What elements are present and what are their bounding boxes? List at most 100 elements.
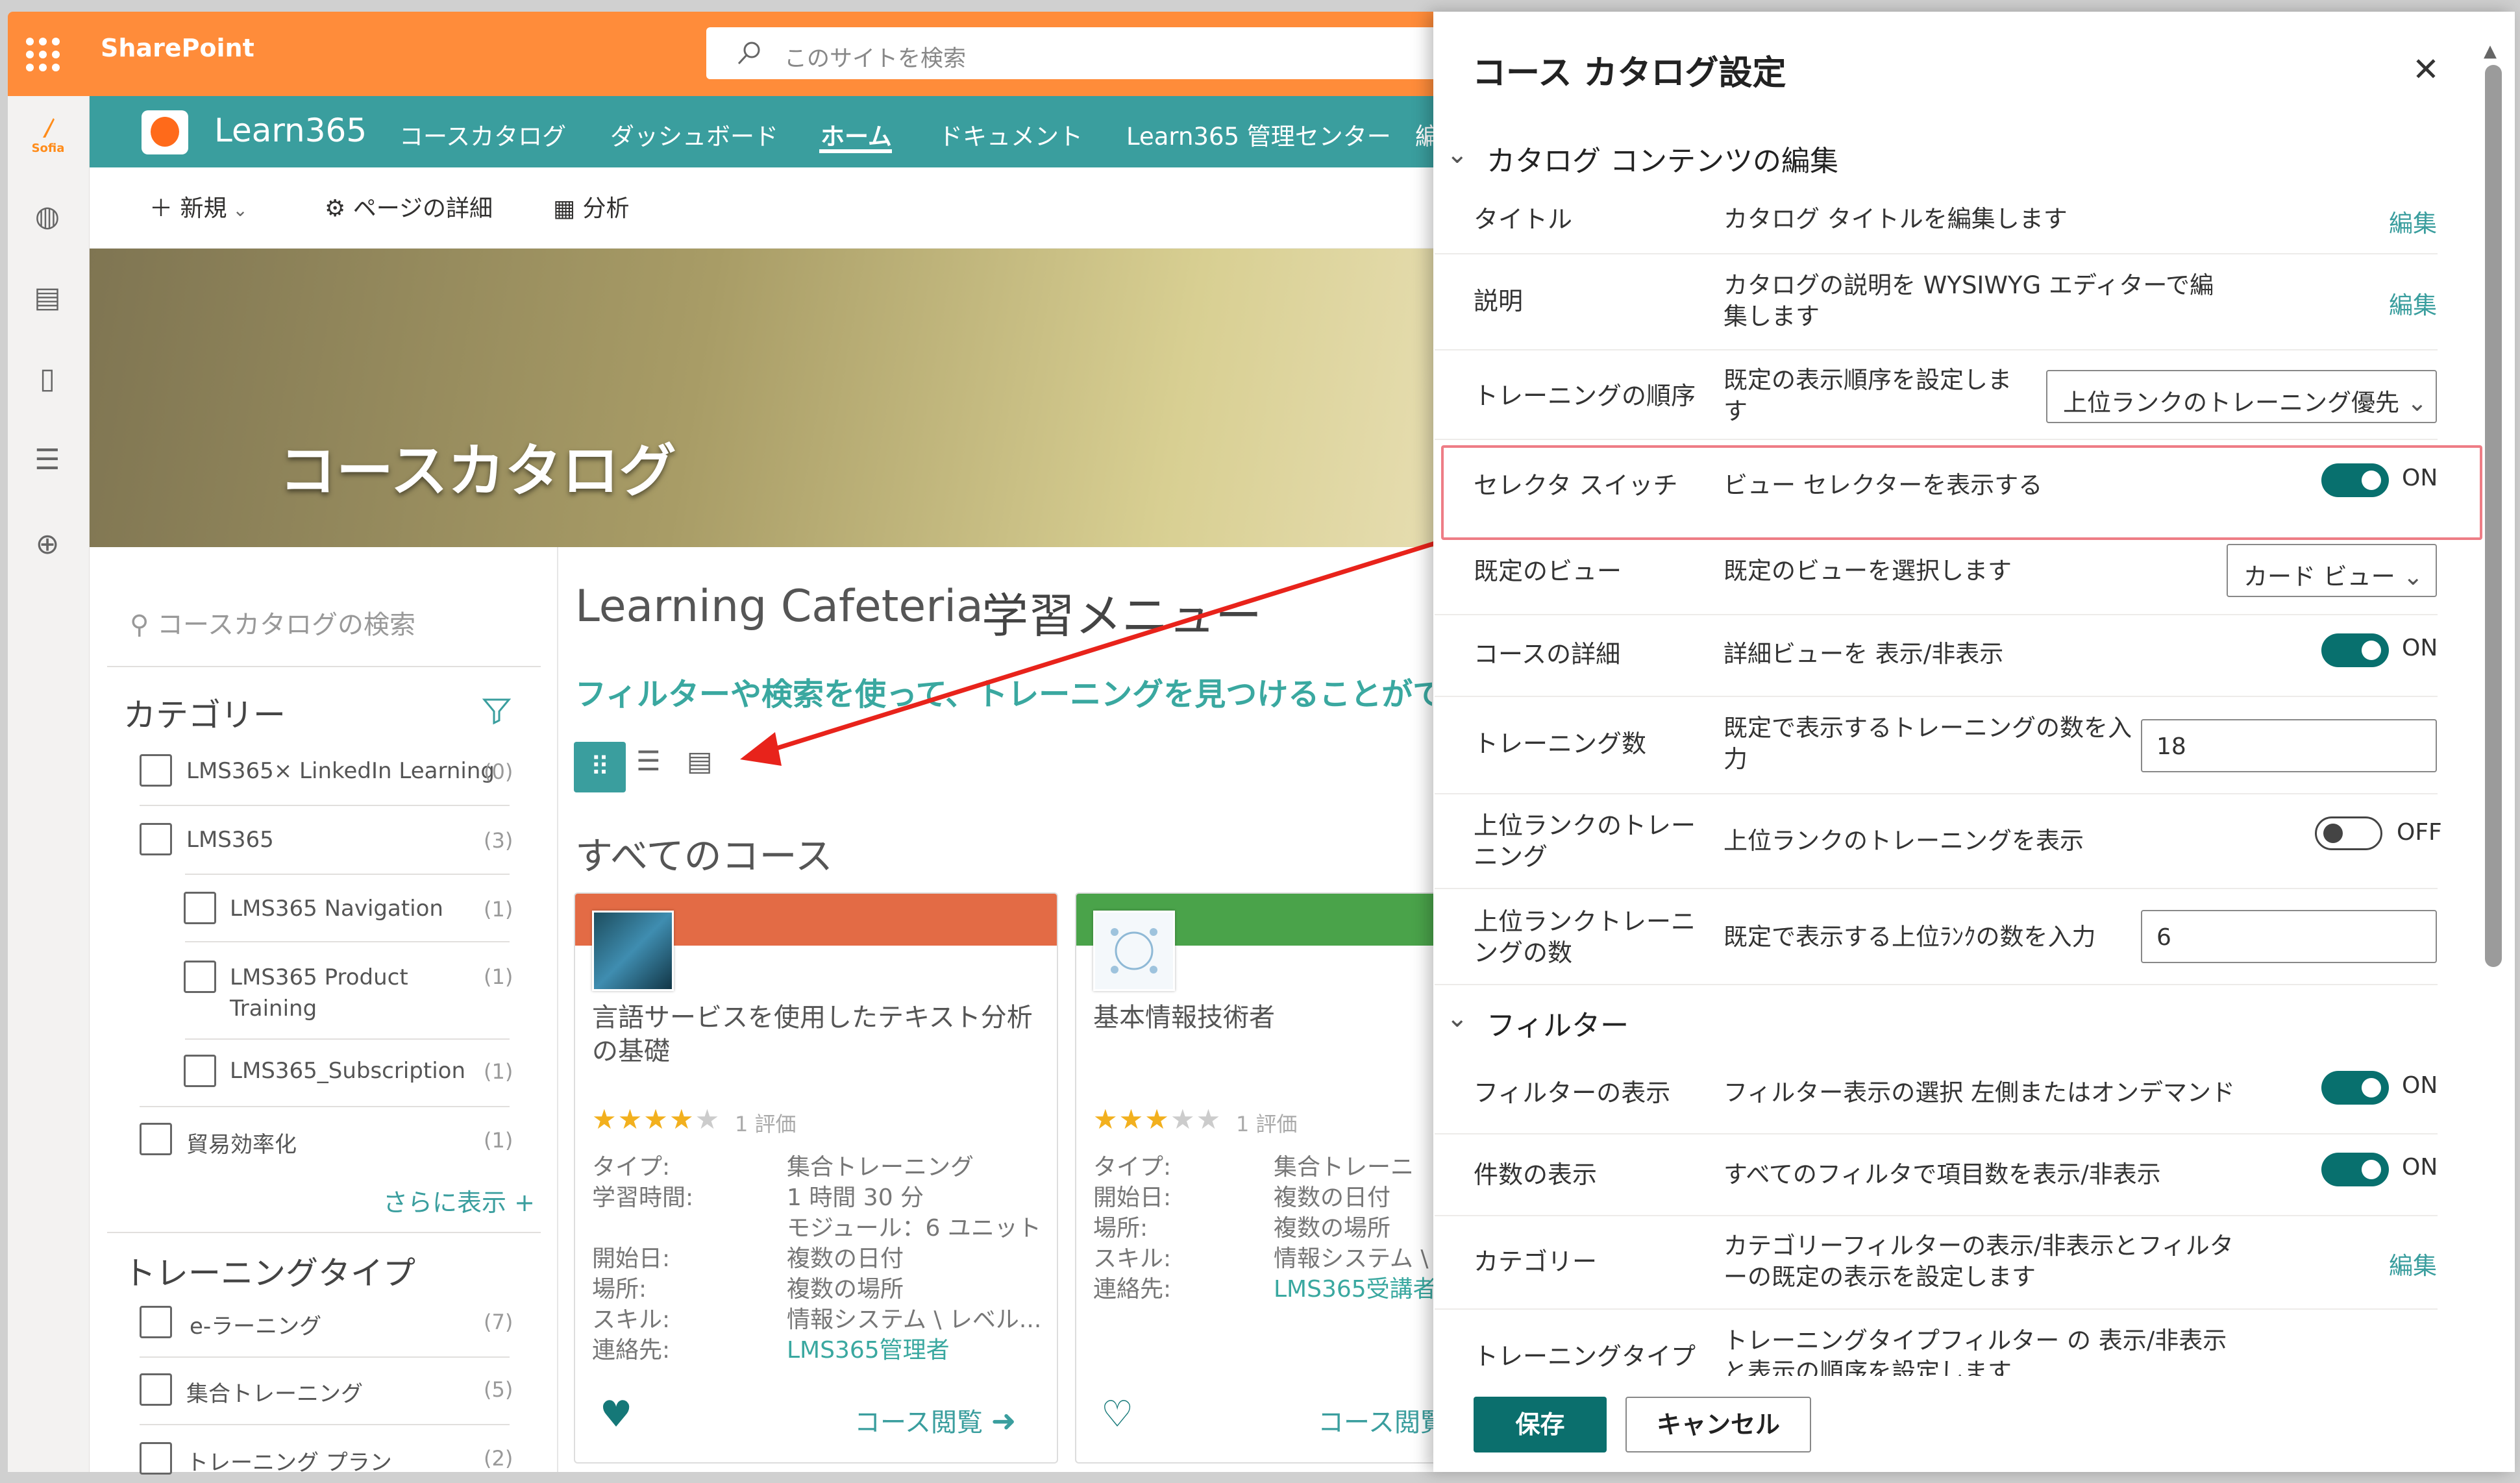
course-title[interactable]: 言語サービスを使用したテキスト分析の基礎: [592, 1001, 1033, 1068]
training-count-input[interactable]: 18: [2141, 719, 2437, 772]
contact-link[interactable]: LMS365管理者: [787, 1335, 1046, 1366]
news-icon[interactable]: ▤: [27, 278, 68, 318]
selector-switch-toggle[interactable]: [2321, 463, 2389, 497]
scroll-up-arrow[interactable]: ▲: [2484, 42, 2497, 61]
meta-label: 連絡先:: [1093, 1276, 1172, 1303]
favorite-heart-icon[interactable]: ♥: [600, 1393, 632, 1436]
group-heading-filters[interactable]: フィルター: [1487, 1002, 1629, 1044]
list-view-button[interactable]: ☰: [636, 745, 661, 777]
chevron-down-icon[interactable]: ⌄: [1446, 140, 1468, 169]
setting-desc-top-ranked: 上位ランクのトレーニングを表示: [1723, 827, 2084, 855]
category-label: 貿易効率化: [186, 1132, 297, 1158]
new-button[interactable]: ＋ 新規 ⌄: [149, 190, 248, 223]
command-bar: [90, 167, 1433, 249]
nav-course-catalog[interactable]: コースカタログ: [399, 117, 566, 152]
analytics-button[interactable]: ▦ 分析: [553, 190, 629, 223]
globe-icon[interactable]: ◍: [27, 197, 68, 237]
nav-documents[interactable]: ドキュメント: [939, 117, 1083, 152]
favorite-heart-outline-icon[interactable]: ♡: [1101, 1393, 1133, 1436]
category-item[interactable]: [140, 1123, 172, 1155]
setting-label-training-type: トレーニングタイプ: [1474, 1342, 1696, 1371]
filter-display-toggle[interactable]: [2321, 1071, 2389, 1105]
default-view-value: カード ビュー: [2243, 563, 2395, 591]
close-icon[interactable]: ✕: [2412, 51, 2440, 88]
add-circle-icon[interactable]: ⊕: [27, 524, 68, 565]
sofia-logo[interactable]: Sofia: [29, 116, 68, 161]
meta-value: 集合トレーニング: [787, 1154, 974, 1181]
checkbox[interactable]: [184, 1055, 216, 1087]
edit-title-link[interactable]: 編集: [2389, 204, 2437, 239]
nav-admin-center[interactable]: Learn365 管理センター: [1126, 117, 1391, 152]
training-type-label: e-ラーニング: [190, 1314, 322, 1340]
course-meta-labels: タイプ: 開始日: 場所: スキル: 連絡先:: [1093, 1152, 1171, 1305]
catalog-search-input[interactable]: ⚲ コースカタログの検索: [130, 604, 415, 641]
course-card[interactable]: 基本情報技術者 ★★★★★ 1 評価 タイプ: 開始日: 場所: スキル: 連絡…: [1075, 892, 1464, 1464]
category-item[interactable]: [140, 823, 172, 855]
course-title[interactable]: 基本情報技術者: [1093, 1001, 1463, 1035]
checkbox[interactable]: [140, 754, 172, 787]
course-card[interactable]: 言語サービスを使用したテキスト分析の基礎 ★★★★★ 1 評価 タイプ: 学習時…: [574, 892, 1058, 1464]
new-label: 新規: [180, 195, 227, 222]
site-search-input[interactable]: このサイトを検索: [706, 27, 1459, 79]
category-item[interactable]: [184, 1055, 216, 1087]
file-icon[interactable]: ▯: [27, 359, 68, 399]
contact-link[interactable]: LMS365受講者上: [1274, 1274, 1455, 1305]
training-type-item[interactable]: [140, 1306, 172, 1338]
nav-home[interactable]: ホーム: [821, 117, 892, 152]
review-count: 1 評価: [735, 1112, 797, 1136]
meta-value: 複数の日付: [787, 1245, 904, 1272]
panel-title: コース カタログ設定: [1472, 54, 1786, 93]
meta-label: 開始日:: [1093, 1184, 1172, 1211]
category-item[interactable]: [184, 892, 216, 924]
categories-heading: カテゴリー: [123, 696, 286, 734]
training-type-item[interactable]: [140, 1373, 172, 1406]
checkbox[interactable]: [140, 1442, 172, 1475]
edit-category-link[interactable]: 編集: [2389, 1246, 2437, 1281]
edit-description-link[interactable]: 編集: [2389, 286, 2437, 321]
course-details-toggle[interactable]: [2321, 633, 2389, 667]
category-item[interactable]: [140, 754, 172, 787]
divider: [107, 666, 541, 667]
card-view-button[interactable]: ⠿: [574, 742, 626, 792]
panel-scrollbar[interactable]: [2485, 65, 2502, 967]
training-order-select[interactable]: 上位ランクのトレーニング優先 ⌄: [2046, 370, 2437, 423]
top-ranked-count-input[interactable]: 6: [2141, 910, 2437, 963]
sharepoint-title[interactable]: SharePoint: [101, 34, 254, 62]
setting-desc-description: カタログの説明を WYSIWYG エディターで編集します: [1723, 271, 2214, 330]
view-course-link[interactable]: コース閲覧 ➜: [854, 1401, 1016, 1439]
save-button[interactable]: 保存: [1474, 1397, 1607, 1452]
checkbox[interactable]: [140, 1123, 172, 1155]
category-label: LMS365× LinkedIn Learning: [186, 758, 495, 784]
grid-icon: ⠿: [590, 752, 610, 782]
meta-label: [592, 1213, 693, 1244]
site-name[interactable]: Learn365: [214, 112, 367, 149]
learn365-logo[interactable]: [142, 110, 188, 154]
chevron-down-icon[interactable]: ⌄: [1446, 1003, 1468, 1033]
checkbox[interactable]: [184, 961, 216, 993]
checkbox[interactable]: [184, 892, 216, 924]
calendar-view-button[interactable]: ▤: [687, 745, 713, 777]
divider: [185, 941, 510, 942]
view-course-link[interactable]: コース閲覧: [1318, 1401, 1446, 1439]
nav-dashboard[interactable]: ダッシュボード: [610, 117, 778, 152]
list-icon[interactable]: ☰: [27, 440, 68, 480]
checkbox[interactable]: [140, 1373, 172, 1406]
count-display-toggle[interactable]: [2321, 1153, 2389, 1186]
checkbox[interactable]: [140, 823, 172, 855]
category-item[interactable]: [184, 961, 216, 993]
app-launcher-icon[interactable]: [26, 38, 65, 71]
checkbox[interactable]: [140, 1306, 172, 1338]
category-count: (1): [484, 964, 513, 989]
cancel-button[interactable]: キャンセル: [1625, 1397, 1811, 1452]
default-view-select[interactable]: カード ビュー ⌄: [2227, 544, 2437, 597]
group-heading-catalog-content[interactable]: カタログ コンテンツの編集: [1487, 138, 1838, 179]
top-ranked-toggle[interactable]: [2315, 816, 2382, 850]
setting-desc-count-display: すべてのフィルタで項目数を表示/非表示: [1723, 1160, 2161, 1188]
divider: [1435, 349, 2438, 350]
divider: [107, 1232, 541, 1233]
page-details-button[interactable]: ⚙ ページの詳細: [325, 190, 493, 223]
setting-label-default-view: 既定のビュー: [1474, 557, 1622, 585]
training-type-item[interactable]: [140, 1442, 172, 1475]
show-more-link[interactable]: さらに表示 +: [383, 1183, 535, 1218]
filter-icon[interactable]: [482, 696, 512, 726]
